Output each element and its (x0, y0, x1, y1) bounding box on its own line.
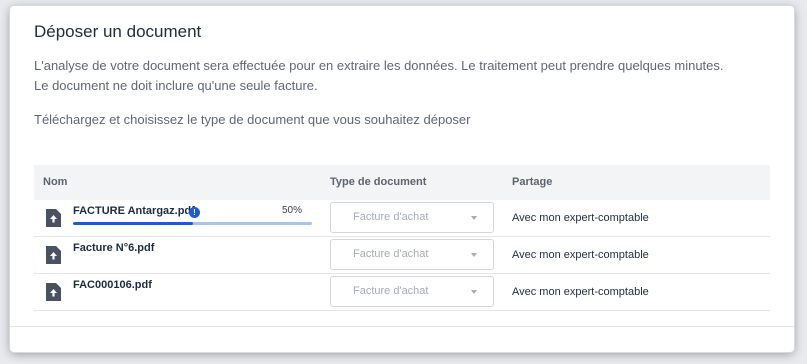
intro-text-instructions: Téléchargez et choisissez le type de doc… (34, 112, 471, 127)
table-row: Facture N°6.pdf Facture d'achat Avec mon… (34, 237, 770, 274)
documents-table: Nom Type de document Partage FACTURE Ant… (34, 165, 770, 311)
upload-progress-fill (73, 222, 193, 225)
modal-title: Déposer un document (34, 22, 202, 41)
intro-text-analysis: L'analyse de votre document sera effectu… (34, 58, 724, 73)
document-type-select[interactable]: Facture d'achat (330, 239, 494, 270)
upload-progress-percent: 50% (282, 205, 303, 216)
upload-progress-bar (73, 222, 312, 225)
chevron-down-icon (471, 253, 477, 257)
footer-divider (10, 326, 794, 327)
table-row: FAC000106.pdf Facture d'achat Avec mon e… (34, 274, 770, 311)
chevron-down-icon (471, 290, 477, 294)
file-upload-icon (46, 209, 61, 227)
chevron-down-icon (471, 216, 477, 220)
share-value: Avec mon expert-comptable (512, 286, 649, 298)
column-header-share: Partage (512, 176, 553, 188)
table-header: Nom Type de document Partage (34, 165, 770, 200)
file-name: Facture N°6.pdf (73, 242, 155, 254)
intro-text-single-invoice: Le document ne doit inclure qu'une seule… (34, 78, 318, 93)
document-type-placeholder: Facture d'achat (353, 285, 429, 297)
share-value: Avec mon expert-comptable (512, 212, 649, 224)
document-type-placeholder: Facture d'achat (353, 211, 429, 223)
info-icon[interactable]: ! (189, 207, 200, 218)
document-type-select[interactable]: Facture d'achat (330, 276, 494, 307)
upload-document-modal: Déposer un document L'analyse de votre d… (10, 6, 794, 352)
file-upload-icon (46, 246, 61, 264)
column-header-type: Type de document (330, 176, 427, 188)
share-value: Avec mon expert-comptable (512, 249, 649, 261)
file-upload-icon (46, 283, 61, 301)
document-type-select[interactable]: Facture d'achat (330, 202, 494, 233)
column-header-name: Nom (43, 176, 68, 188)
table-row: FACTURE Antargaz.pdf ! 50% Facture d'ach… (34, 200, 770, 237)
file-name: FAC000106.pdf (73, 279, 152, 291)
document-type-placeholder: Facture d'achat (353, 248, 429, 260)
file-name: FACTURE Antargaz.pdf (73, 205, 195, 217)
